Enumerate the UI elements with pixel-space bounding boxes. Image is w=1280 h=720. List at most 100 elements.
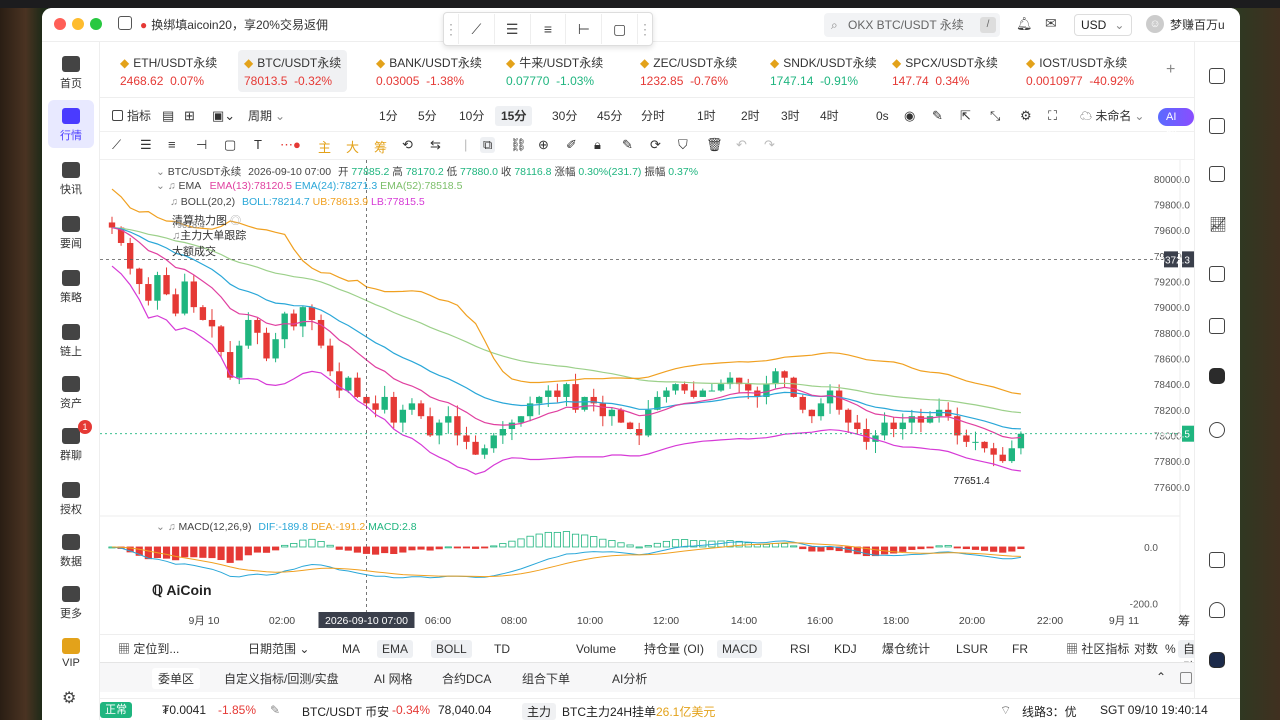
timeframe-button[interactable]: 4时: [820, 106, 839, 126]
nav-item-3[interactable]: 要闻: [48, 208, 94, 256]
bell-icon[interactable]: 🔔︎: [1016, 16, 1033, 32]
indicator-toggle[interactable]: Volume: [576, 640, 616, 658]
nav-item-7[interactable]: 群聊 1: [48, 420, 94, 468]
nav-item-10[interactable]: 更多: [48, 578, 94, 626]
dollar-icon[interactable]: [1209, 166, 1225, 182]
panel-tab[interactable]: AI 网格: [374, 670, 413, 687]
parallel-lines-icon[interactable]: ☰: [495, 14, 531, 44]
panel-tab[interactable]: 组合下单: [522, 670, 570, 687]
toggle-large[interactable]: 大: [346, 137, 359, 156]
grid-icon[interactable]: [1209, 552, 1225, 568]
line-tool-icon[interactable]: ⟋: [112, 137, 121, 153]
zoom-in-icon[interactable]: ⊕: [538, 137, 549, 153]
timeframe-button[interactable]: 45分: [597, 106, 622, 126]
timeframe-button[interactable]: 分时: [641, 106, 665, 126]
seconds-button[interactable]: 0s: [876, 106, 889, 126]
hline-tool-icon[interactable]: ⊣: [196, 137, 207, 153]
currency-select[interactable]: USD ⌄: [1074, 14, 1132, 36]
timeframe-button[interactable]: 30分: [552, 106, 577, 126]
timeframe-button[interactable]: 1分: [379, 106, 398, 126]
nav-item-0[interactable]: 首页: [48, 48, 94, 96]
toggle-chips[interactable]: 筹: [374, 137, 387, 156]
collapse-icon[interactable]: ⌄: [156, 521, 165, 533]
redo-icon[interactable]: ↷: [764, 137, 775, 153]
layout-icon[interactable]: ⊞: [184, 106, 195, 126]
maximize-window-button[interactable]: [90, 18, 102, 30]
ticker-tab[interactable]: ◆ SNDK/USDT永续 1747.14 -0.91%: [764, 50, 883, 92]
chart-area[interactable]: 80000.079800.079600.079400.079200.079000…: [100, 160, 1206, 634]
nav-item-2[interactable]: 快讯: [48, 154, 94, 202]
indicator-toggle[interactable]: LSUR: [956, 640, 988, 658]
indicator-toggle[interactable]: MACD: [717, 640, 763, 658]
timeframe-button[interactable]: 15分: [495, 106, 533, 126]
drag-handle-icon[interactable]: ⋮: [638, 14, 652, 44]
nav-item-4[interactable]: 策略: [48, 262, 94, 310]
headset-icon[interactable]: [1209, 602, 1225, 618]
expand-panel-icon[interactable]: ⌃: [1156, 670, 1166, 684]
boll-legend[interactable]: ♫ BOLL(20,2) BOLL:78214.7 UB:78613.9 LB:…: [170, 196, 425, 208]
pen-icon[interactable]: ✎: [932, 106, 943, 126]
parallel-tool-icon[interactable]: ☰: [140, 137, 152, 153]
copy-icon[interactable]: [118, 16, 132, 30]
ai-interpret-button[interactable]: AI解读: [1158, 108, 1194, 159]
collapse-icon[interactable]: ⌄: [156, 166, 165, 178]
window-icon[interactable]: [1180, 672, 1192, 684]
rect-tool-icon[interactable]: ▢: [224, 137, 236, 153]
share-icon[interactable]: ⇱: [960, 106, 971, 126]
panel-tab[interactable]: AI分析: [612, 670, 647, 687]
star-icon[interactable]: ◆: [892, 56, 901, 70]
edit-icon[interactable]: ✎: [270, 703, 280, 717]
route-status[interactable]: 线路3：优: [1022, 703, 1077, 720]
indicator-toggle[interactable]: FR: [1012, 640, 1028, 658]
timeframe-button[interactable]: 10分: [459, 106, 484, 126]
select-tool-icon[interactable]: ⧉: [480, 137, 496, 153]
btp-icon[interactable]: [1209, 318, 1225, 334]
coin-price[interactable]: ₮0.0041: [162, 703, 206, 717]
ticker-tab[interactable]: ◆ SPCX/USDT永续 147.74 0.34%: [886, 50, 1004, 92]
monitor-icon[interactable]: [1209, 266, 1225, 282]
compare-icon[interactable]: ⇆: [430, 137, 441, 153]
indicator-toggle[interactable]: TD: [494, 640, 510, 658]
big-trade-toggle[interactable]: 大额成交: [172, 243, 216, 259]
ticker-tab[interactable]: ◆ BTC/USDT永续 78013.5 -0.32%: [238, 50, 348, 92]
timeframe-button[interactable]: 5分: [418, 106, 437, 126]
mail-icon[interactable]: ✉: [1045, 15, 1057, 32]
layout-name-select[interactable]: ☁ 未命名 ⌄: [1080, 106, 1144, 126]
replay-icon[interactable]: ⟲: [402, 137, 413, 153]
indicator-toggle[interactable]: MA: [342, 640, 360, 658]
star-icon[interactable]: ◆: [770, 56, 779, 70]
magnet-icon[interactable]: ⟳: [650, 137, 661, 153]
undo-icon[interactable]: ↶: [736, 137, 747, 153]
indicator-toggle[interactable]: 爆仓统计: [882, 640, 930, 658]
lock-icon[interactable]: 🔒︎: [594, 137, 601, 153]
community-indicator-button[interactable]: ▦ 社区指标: [1066, 640, 1129, 658]
trend-icon[interactable]: 📈︎: [1209, 216, 1227, 232]
candlestick-chart[interactable]: 80000.079800.079600.079400.079200.079000…: [100, 160, 1194, 634]
document-icon[interactable]: [1209, 118, 1225, 134]
bell-outline-icon[interactable]: ♫: [168, 521, 176, 533]
multi-chart-icon[interactable]: ▣⌄: [212, 106, 235, 126]
timeframe-button[interactable]: 1时: [697, 106, 716, 126]
template-icon[interactable]: ▤: [162, 106, 174, 126]
minimize-window-button[interactable]: [72, 18, 84, 30]
pair-name[interactable]: BTC/USDT 币安: [302, 703, 389, 720]
indicator-toggle[interactable]: KDJ: [834, 640, 857, 658]
whale-text[interactable]: BTC主力24H挂单: [562, 703, 656, 720]
nav-item-1[interactable]: 行情: [48, 100, 94, 148]
avatar[interactable]: ☺: [1146, 15, 1164, 33]
settings-icon[interactable]: ⚙: [62, 688, 76, 708]
indicator-toggle[interactable]: 持仓量 (OI): [644, 640, 704, 658]
horizontal-line-icon[interactable]: ⊢: [566, 14, 603, 44]
indicator-toggle[interactable]: EMA: [377, 640, 414, 658]
fullscreen-exit-icon[interactable]: ⤡: [990, 106, 1000, 126]
ema-legend[interactable]: ⌄ ♫ EMA EMA(13):78120.5 EMA(24):78271.3 …: [156, 180, 462, 192]
panel-tab[interactable]: 合约DCA: [442, 670, 491, 687]
bell-outline-icon[interactable]: ♫: [168, 180, 176, 192]
chips-corner-label[interactable]: 筹: [1178, 612, 1190, 629]
list-icon[interactable]: [1209, 68, 1225, 84]
nav-item-8[interactable]: 授权: [48, 474, 94, 522]
robot-icon[interactable]: [1209, 368, 1225, 384]
nav-item-6[interactable]: 资产: [48, 368, 94, 416]
star-icon[interactable]: ◆: [376, 56, 385, 70]
ticker-tab[interactable]: ◆ ETH/USDT永续 2468.62 0.07%: [114, 50, 223, 92]
